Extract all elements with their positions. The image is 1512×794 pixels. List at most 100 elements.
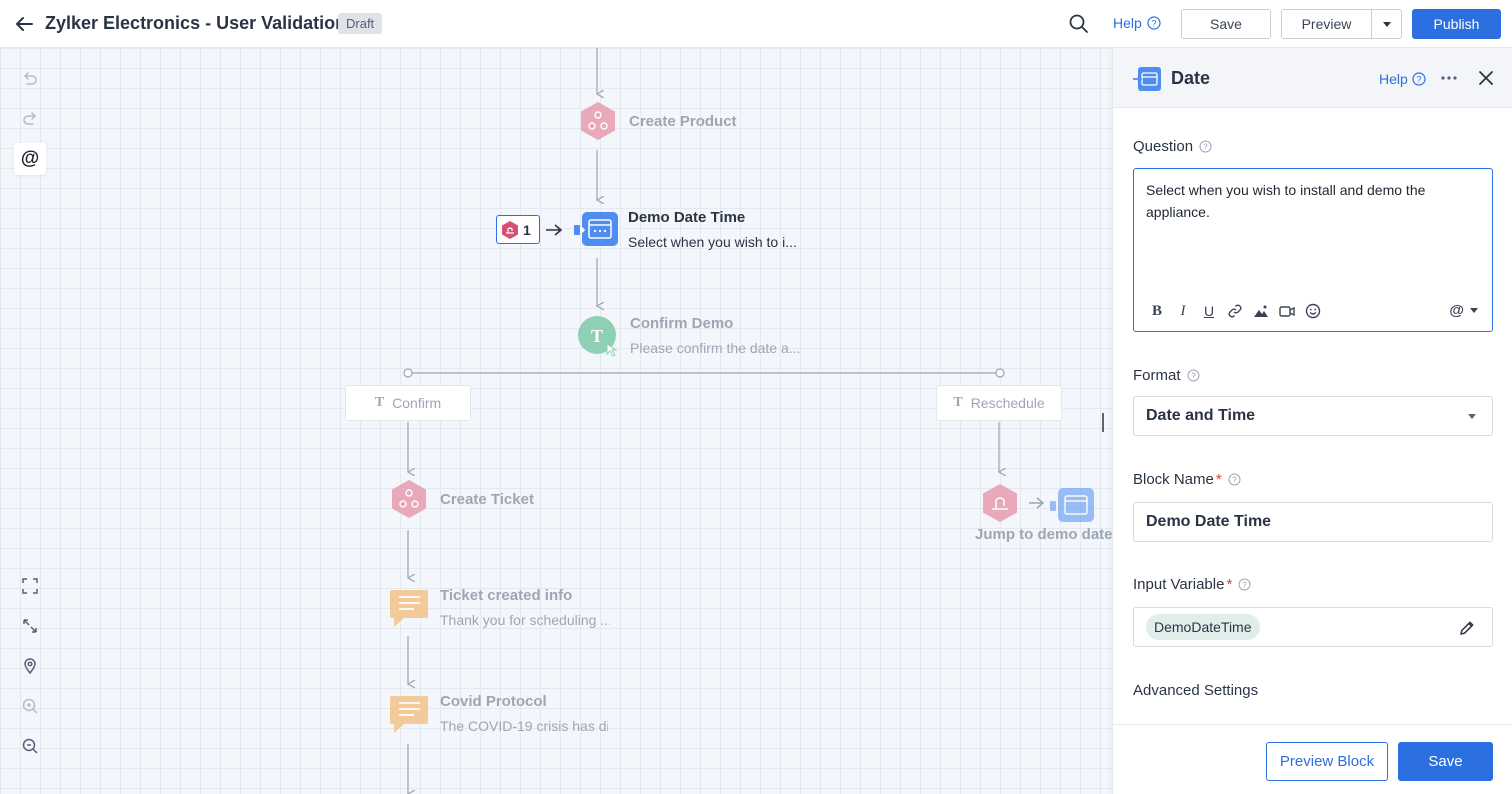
date-block-icon[interactable] [574,212,618,246]
question-text[interactable]: Select when you wish to install and demo… [1146,179,1466,223]
node-confirm-demo-subtitle: Please confirm the date a... [630,340,801,356]
mention-dropdown[interactable]: @ [1449,302,1478,319]
edit-pencil-icon[interactable] [1458,619,1476,637]
message-block-icon[interactable] [390,590,428,627]
publish-button[interactable]: Publish [1412,9,1501,39]
panel-save-button[interactable]: Save [1398,742,1493,781]
zoom-in-icon [22,698,38,714]
expand-button[interactable] [14,610,46,642]
branch-confirm[interactable]: T Confirm [345,385,471,421]
at-sign-icon: @ [20,148,40,169]
underline-icon[interactable]: U [1200,302,1218,320]
block-name-label: Block Name [1133,471,1214,488]
link-icon[interactable] [1226,302,1244,320]
webhook-hexagon-icon[interactable] [392,480,426,518]
node-confirm-demo-label[interactable]: Confirm Demo [630,315,733,332]
message-block-icon[interactable] [390,696,428,733]
question-circle-icon: ? [1228,473,1241,486]
block-name-label-row: Block Name * ? [1133,471,1241,488]
input-variable-chip: DemoDateTime [1146,614,1260,640]
flow-canvas[interactable]: T @ Create Product 1 Demo Date Time Sele… [0,48,1112,794]
video-icon[interactable] [1278,302,1296,320]
chevron-down-icon [1468,414,1476,419]
input-variable-field[interactable]: DemoDateTime [1133,607,1493,647]
block-name-input[interactable]: Demo Date Time [1133,502,1493,542]
top-header: Zylker Electronics - User Validation Dra… [0,0,1512,48]
node-create-product-label[interactable]: Create Product [629,113,737,130]
bold-icon[interactable]: B [1148,302,1166,320]
format-select[interactable]: Date and Time [1133,396,1493,436]
save-button[interactable]: Save [1181,9,1271,39]
fit-screen-button[interactable] [14,570,46,602]
node-covid-protocol-label[interactable]: Covid Protocol [440,693,547,710]
question-editor[interactable]: Select when you wish to install and demo… [1133,168,1493,332]
node-jump-to-demo-date-label[interactable]: Jump to demo date [975,526,1112,543]
panel-title: Date [1171,68,1211,88]
advanced-settings-label[interactable]: Advanced Settings [1133,682,1258,699]
zoom-in-button[interactable] [14,690,46,722]
emoji-icon[interactable] [1304,302,1322,320]
at-sign-icon: @ [1449,302,1464,319]
flow-connectors: T [390,48,1104,794]
redo-button[interactable] [14,103,46,135]
format-label-row: Format ? [1133,367,1200,384]
question-circle-icon: ? [1412,72,1426,86]
text-block-icon[interactable]: T [578,316,618,357]
svg-text:?: ? [1416,75,1421,85]
svg-text:?: ? [1232,476,1237,485]
back-arrow-icon[interactable] [12,12,36,36]
date-block-icon [1133,67,1161,91]
preview-button[interactable]: Preview [1281,9,1372,39]
editor-toolbar: B I U [1148,302,1322,320]
node-create-ticket-label[interactable]: Create Ticket [440,491,534,508]
more-options-icon[interactable] [1439,68,1459,88]
format-value: Date and Time [1146,407,1256,424]
undo-button[interactable] [14,63,46,95]
locate-button[interactable] [14,650,46,682]
zoom-out-button[interactable] [14,730,46,762]
italic-icon[interactable]: I [1174,302,1192,320]
format-label: Format [1133,367,1181,384]
image-icon[interactable] [1252,302,1270,320]
help-label: Help [1113,15,1142,31]
close-icon[interactable] [1477,69,1495,87]
node-demo-date-time-label[interactable]: Demo Date Time [628,209,745,226]
status-badge: Draft [338,13,383,34]
required-mark: * [1226,576,1233,593]
incoming-jump-badge[interactable]: 1 [496,215,540,244]
date-block-icon[interactable] [1050,488,1094,522]
redo-icon [23,112,36,125]
undo-icon [24,72,37,85]
branch-reschedule-label: Reschedule [970,395,1045,411]
question-circle-icon: ? [1147,16,1161,30]
block-settings-panel: Date Help ? Question ? Select when you w… [1112,48,1512,794]
input-variable-label: Input Variable [1133,576,1225,593]
node-ticket-created-info-label[interactable]: Ticket created info [440,587,572,604]
zoom-out-icon [22,738,38,754]
panel-help-link[interactable]: Help ? [1379,71,1426,87]
panel-help-label: Help [1379,71,1408,87]
preview-dropdown-button[interactable] [1371,9,1402,39]
question-circle-icon: ? [1199,140,1212,153]
required-mark: * [1215,471,1222,488]
branch-reschedule[interactable]: T Reschedule [936,385,1062,421]
expand-icon [23,619,37,633]
panel-footer: Preview Block Save [1113,724,1512,794]
svg-text:?: ? [1191,372,1196,381]
webhook-hexagon-icon[interactable] [581,102,615,140]
branch-confirm-label: Confirm [392,395,442,411]
search-icon[interactable] [1068,13,1090,35]
mention-button[interactable]: @ [14,143,46,175]
svg-text:?: ? [1151,19,1156,29]
incoming-jump-count: 1 [523,221,531,238]
block-name-value: Demo Date Time [1146,513,1272,530]
input-variable-label-row: Input Variable * ? [1133,576,1251,593]
help-link[interactable]: Help ? [1113,15,1161,31]
svg-text:?: ? [1203,143,1208,152]
jump-hexagon-icon[interactable] [983,484,1017,522]
panel-header: Date Help ? [1113,48,1512,108]
node-covid-protocol-subtitle: The COVID-19 crisis has dis [440,718,608,734]
preview-block-button[interactable]: Preview Block [1266,742,1388,781]
jump-hexagon-icon [502,220,518,239]
node-demo-date-time-subtitle: Select when you wish to i... [628,234,797,250]
